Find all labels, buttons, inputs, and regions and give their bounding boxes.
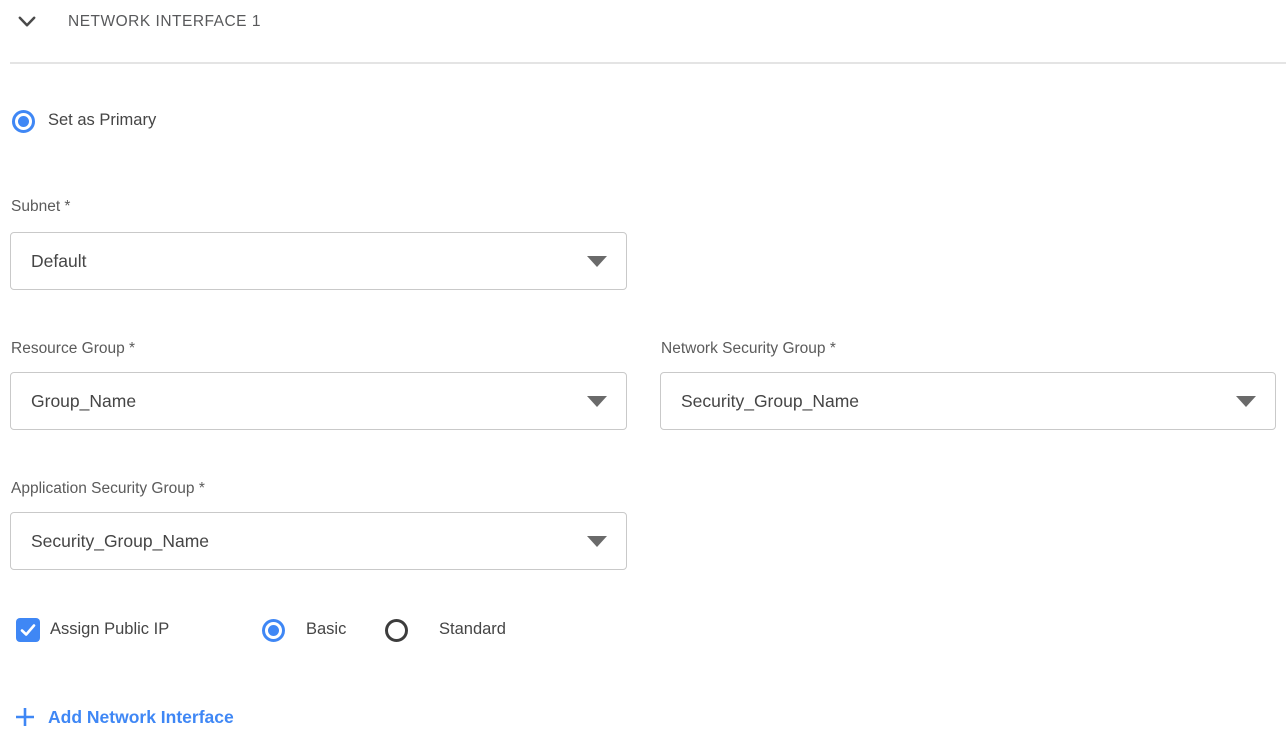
ip-sku-basic-radio[interactable] xyxy=(262,619,285,642)
subnet-selected-value: Default xyxy=(31,233,86,289)
network-security-group-label: Network Security Group * xyxy=(661,340,836,358)
application-security-group-selected-value: Security_Group_Name xyxy=(31,513,209,569)
set-as-primary-label[interactable]: Set as Primary xyxy=(48,111,156,130)
application-security-group-select[interactable]: Security_Group_Name xyxy=(10,512,627,570)
section-title: NETWORK INTERFACE 1 xyxy=(68,13,261,31)
dropdown-caret-icon xyxy=(587,396,607,407)
set-as-primary-radio[interactable] xyxy=(12,110,35,133)
network-security-group-select[interactable]: Security_Group_Name xyxy=(660,372,1276,430)
dropdown-caret-icon xyxy=(587,536,607,547)
application-security-group-label: Application Security Group * xyxy=(11,480,205,498)
add-network-interface-label: Add Network Interface xyxy=(48,707,234,728)
dropdown-caret-icon xyxy=(1236,396,1256,407)
chevron-down-icon xyxy=(18,16,36,28)
network-security-group-selected-value: Security_Group_Name xyxy=(681,373,859,429)
resource-group-label: Resource Group * xyxy=(11,340,135,358)
check-icon xyxy=(19,621,37,639)
ip-sku-basic-label[interactable]: Basic xyxy=(306,620,346,639)
resource-group-select[interactable]: Group_Name xyxy=(10,372,627,430)
add-network-interface-button[interactable]: Add Network Interface xyxy=(14,701,234,733)
assign-public-ip-checkbox[interactable] xyxy=(16,618,40,642)
network-interface-form: NETWORK INTERFACE 1 Set as Primary Subne… xyxy=(0,0,1286,752)
collapse-section-button[interactable] xyxy=(15,11,39,33)
subnet-label: Subnet * xyxy=(11,198,70,216)
plus-icon xyxy=(14,706,36,728)
ip-sku-standard-label[interactable]: Standard xyxy=(439,620,506,639)
section-divider xyxy=(10,62,1286,64)
dropdown-caret-icon xyxy=(587,256,607,267)
resource-group-selected-value: Group_Name xyxy=(31,373,136,429)
ip-sku-standard-radio[interactable] xyxy=(385,619,408,642)
assign-public-ip-label[interactable]: Assign Public IP xyxy=(50,620,169,639)
subnet-select[interactable]: Default xyxy=(10,232,627,290)
section-header: NETWORK INTERFACE 1 xyxy=(0,0,1286,44)
